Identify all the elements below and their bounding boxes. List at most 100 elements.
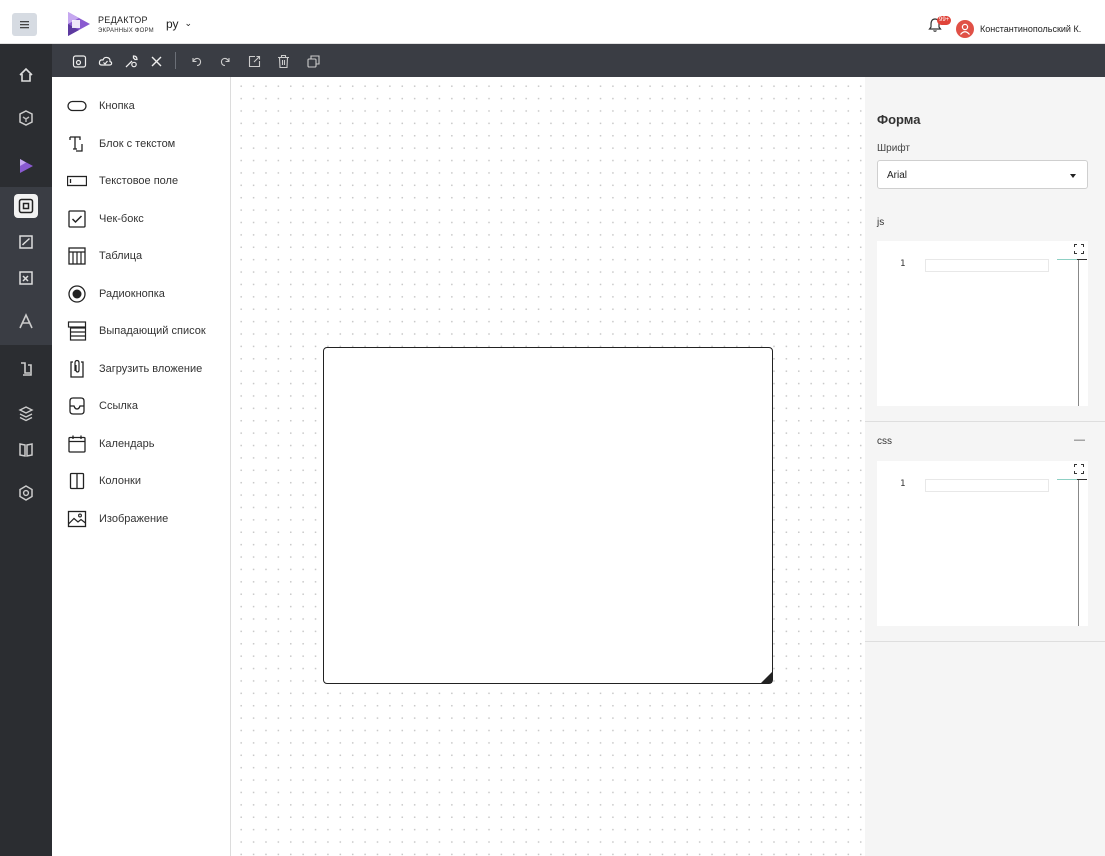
module-nav-button-3[interactable] [14,357,38,381]
accepted-forms-nav-button[interactable] [14,230,38,254]
hamburger-menu-button[interactable] [12,13,37,36]
panel-title: Форма [877,112,921,127]
code-line[interactable] [925,479,1049,492]
redo-icon [220,57,230,66]
username[interactable]: Константинопольский К. [980,24,1081,34]
app-header: РЕДАКТОР ЭКРАННЫХ ФОРМ ру ⌄ 99+ Констант… [0,4,1105,44]
font-select[interactable]: Arial [877,160,1088,189]
app-logo[interactable] [67,11,91,37]
palette-item-table[interactable]: Таблица [66,244,231,268]
css-code-editor[interactable]: 1 [877,461,1088,626]
columns-icon [66,471,88,491]
check-document-icon [19,235,33,249]
palette-item-checkbox[interactable]: Чек-бокс [66,207,231,231]
duplicate-button[interactable] [304,52,322,70]
app-name-line2: ЭКРАННЫХ ФОРМ [98,28,154,34]
palette-item-radio[interactable]: Радиокнопка [66,282,231,306]
module-nav-button-4[interactable] [14,402,38,426]
palette-item-attachment[interactable]: Загрузить вложение [66,357,231,381]
chevron-down-icon: ⌄ [184,17,193,28]
notification-badge: 99+ [937,16,952,25]
language-selector[interactable]: ру ⌄ [166,17,192,31]
editor-scrollbar[interactable] [1078,260,1079,406]
save-button[interactable] [96,52,114,70]
js-code-editor[interactable]: 1 [877,241,1088,406]
redo-button[interactable] [216,52,234,70]
collapse-icon[interactable]: — [1074,434,1085,446]
export-icon [248,55,260,67]
avatar[interactable] [956,20,974,38]
blocks-module-icon [21,362,32,376]
resize-handle[interactable] [761,672,772,683]
preview-button[interactable] [70,52,88,70]
delete-button[interactable] [274,52,292,70]
undo-icon [191,57,201,66]
form-editor-nav-button[interactable] [14,154,38,178]
palette-item-label: Изображение [99,513,169,525]
book-module-icon [19,443,33,457]
module-nav-button-1[interactable] [14,106,38,130]
palette-item-label: Календарь [99,438,155,450]
palette-item-label: Блок с текстом [99,138,176,150]
dropdown-list-icon [66,321,88,341]
palette-item-text-block[interactable]: Блок с текстом [66,132,231,156]
palette-item-image[interactable]: Изображение [66,507,231,531]
home-nav-button[interactable] [14,63,38,87]
text-field-icon [66,171,88,191]
undo-button[interactable] [187,52,205,70]
palette-item-label: Выпадающий список [99,325,206,337]
image-icon [66,509,88,529]
palette-item-button[interactable]: Кнопка [66,94,231,118]
rejected-forms-nav-button[interactable] [14,266,38,290]
checkbox-icon [66,209,88,229]
form-settings-button[interactable] [122,52,140,70]
line-number: 1 [900,479,906,489]
letter-a-module-icon [19,313,33,329]
line-number: 1 [900,259,906,269]
palette-item-label: Ссылка [99,400,138,412]
fullscreen-icon[interactable] [1074,244,1084,254]
close-form-button[interactable] [147,52,165,70]
module-nav-button-6[interactable] [14,481,38,505]
palette-item-label: Кнопка [99,100,135,112]
palette-item-link[interactable]: Ссылка [66,394,231,418]
font-label: Шрифт [877,143,910,154]
trash-icon [277,54,289,68]
cross-document-icon [19,271,33,285]
code-line[interactable] [925,259,1049,272]
language-value: ру [166,17,179,31]
palette-item-calendar[interactable]: Календарь [66,432,231,456]
text-block-icon [66,134,88,154]
module-nav-button-2[interactable] [14,310,38,334]
cloud-save-icon [98,56,112,66]
app-name: РЕДАКТОР ЭКРАННЫХ ФОРМ [98,15,154,36]
form-container[interactable] [323,347,773,684]
export-button[interactable] [245,52,263,70]
palette-item-label: Чек-бокс [99,213,144,225]
button-shape-icon [66,96,88,116]
module-sidebar [0,44,52,856]
js-section-label[interactable]: js [877,217,884,228]
radio-icon [66,284,88,304]
attachment-icon [66,359,88,379]
hexagon-module-icon [19,485,33,501]
palette-item-label: Таблица [99,250,143,262]
css-section-label[interactable]: css [877,436,892,447]
module-nav-button-5[interactable] [14,438,38,462]
palette-item-columns[interactable]: Колонки [66,469,231,493]
editor-scrollbar[interactable] [1078,480,1079,626]
palette-item-dropdown[interactable]: Выпадающий список [66,319,231,343]
calendar-icon [66,434,88,454]
forms-nav-button[interactable] [14,194,38,218]
palette-item-label: Текстовое поле [99,175,179,187]
home-icon [19,67,33,82]
link-icon [66,396,88,416]
hamburger-icon [20,21,29,29]
design-canvas[interactable] [231,77,865,856]
font-select-value: Arial [887,170,908,181]
app-name-line1: РЕДАКТОР [98,15,148,25]
toolbar-divider [175,52,176,69]
fullscreen-icon[interactable] [1074,464,1084,474]
form-frame-icon [18,198,34,214]
palette-item-text-field[interactable]: Текстовое поле [66,169,231,193]
